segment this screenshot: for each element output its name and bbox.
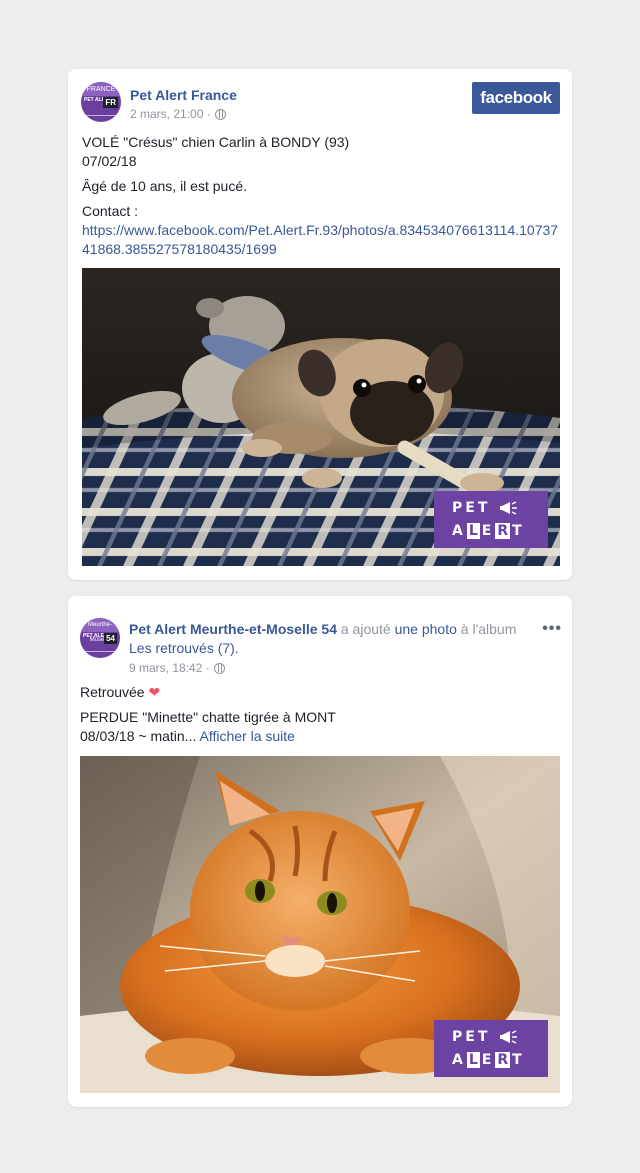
contact-link[interactable]: https://www.facebook.com/Pet.Alert.Fr.93… <box>82 221 560 259</box>
megaphone-icon <box>500 1030 517 1044</box>
post-timestamp[interactable]: 9 mars, 18:42 · <box>129 661 225 675</box>
page-avatar[interactable]: Meurthe-Moselle PET ALERT 54 <box>80 618 120 658</box>
pet-alert-logo: PET A L E R T <box>434 1020 548 1077</box>
post-header: Pet Alert Meurthe-et-Moselle 54 a ajouté… <box>129 621 517 656</box>
globe-icon <box>213 662 225 674</box>
photo-link[interactable]: une photo <box>395 621 457 637</box>
post-text-age: Âgé de 10 ans, il est pucé. <box>82 178 247 194</box>
globe-icon <box>214 108 226 120</box>
pug-photo[interactable]: PET A L E R T <box>82 268 560 566</box>
post-text-date: 08/03/18 ~ matin... Afficher la suite <box>80 728 295 744</box>
page-avatar[interactable]: FRANCE PET ALERT FR <box>81 82 121 122</box>
more-options-button[interactable]: ••• <box>542 620 562 638</box>
post-card-pet-alert-france: FRANCE PET ALERT FR Pet Alert France 2 m… <box>68 69 572 580</box>
pet-alert-word: A L E R T <box>452 1052 524 1068</box>
facebook-logo: facebook <box>472 82 560 114</box>
post-text-title: PERDUE "Minette" chatte tigrée à MONT <box>80 709 336 725</box>
post-text-date: 07/02/18 <box>82 153 137 169</box>
post-text-status: Retrouvée ❤ <box>80 684 161 700</box>
pet-alert-word: A L E R T <box>452 523 524 539</box>
post-text-title: VOLÉ "Crésus" chien Carlin à BONDY (93) <box>82 134 350 150</box>
post-timestamp[interactable]: 2 mars, 21:00 · <box>130 107 226 121</box>
pet-alert-logo: PET A L E R T <box>434 491 548 548</box>
page-name-link[interactable]: Pet Alert Meurthe-et-Moselle 54 <box>129 621 337 637</box>
album-link[interactable]: Les retrouvés (7). <box>129 640 239 656</box>
post-text-contact: Contact : <box>82 203 139 219</box>
page-name-link[interactable]: Pet Alert France <box>130 87 237 103</box>
heart-icon: ❤ <box>148 684 161 700</box>
megaphone-icon <box>500 501 517 515</box>
see-more-link[interactable]: Afficher la suite <box>199 728 294 744</box>
cat-photo[interactable]: PET A L E R T <box>80 756 560 1093</box>
post-card-meurthe-et-moselle: Meurthe-Moselle PET ALERT 54 Pet Alert M… <box>68 596 572 1107</box>
